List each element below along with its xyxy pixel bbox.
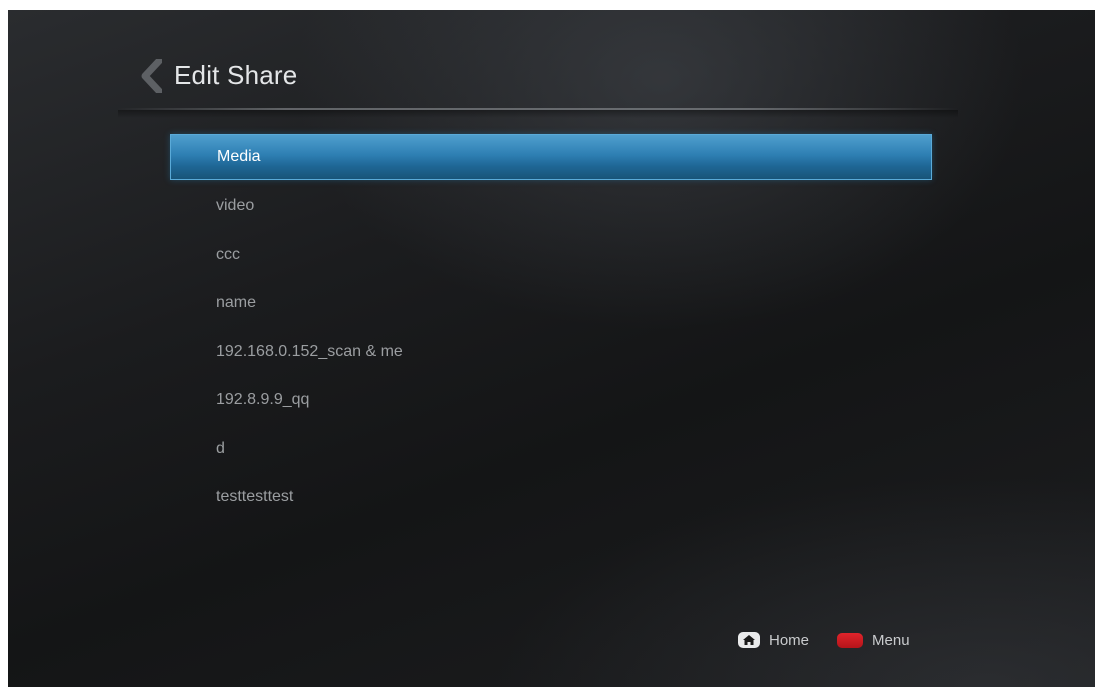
menu-label: Menu xyxy=(872,631,910,649)
home-icon xyxy=(738,632,760,648)
share-item-testtesttest[interactable]: testtesttest xyxy=(170,473,932,522)
header: Edit Share xyxy=(8,10,1095,118)
chevron-left-icon[interactable] xyxy=(140,59,162,93)
share-list: Media video ccc name 192.168.0.152_scan … xyxy=(170,134,932,522)
share-item-name[interactable]: name xyxy=(170,279,932,328)
share-item-192-8-9-9-qq[interactable]: 192.8.9.9_qq xyxy=(170,376,932,425)
home-label: Home xyxy=(769,631,810,649)
share-item-video[interactable]: video xyxy=(170,182,932,231)
footer-key-hints: Home Menu xyxy=(738,630,910,650)
header-divider-shadow xyxy=(118,110,958,118)
red-key-icon xyxy=(837,632,864,648)
share-item-192-168-0-152-scan[interactable]: 192.168.0.152_scan & me xyxy=(170,328,932,377)
share-item-media[interactable]: Media xyxy=(170,134,932,180)
share-item-ccc[interactable]: ccc xyxy=(170,231,932,280)
menu-button[interactable]: Menu xyxy=(837,632,910,649)
tv-screen: Edit Share Media video ccc name 192.168.… xyxy=(8,10,1095,687)
page-title: Edit Share xyxy=(174,60,298,90)
share-item-d[interactable]: d xyxy=(170,425,932,474)
home-button[interactable]: Home xyxy=(738,632,809,649)
